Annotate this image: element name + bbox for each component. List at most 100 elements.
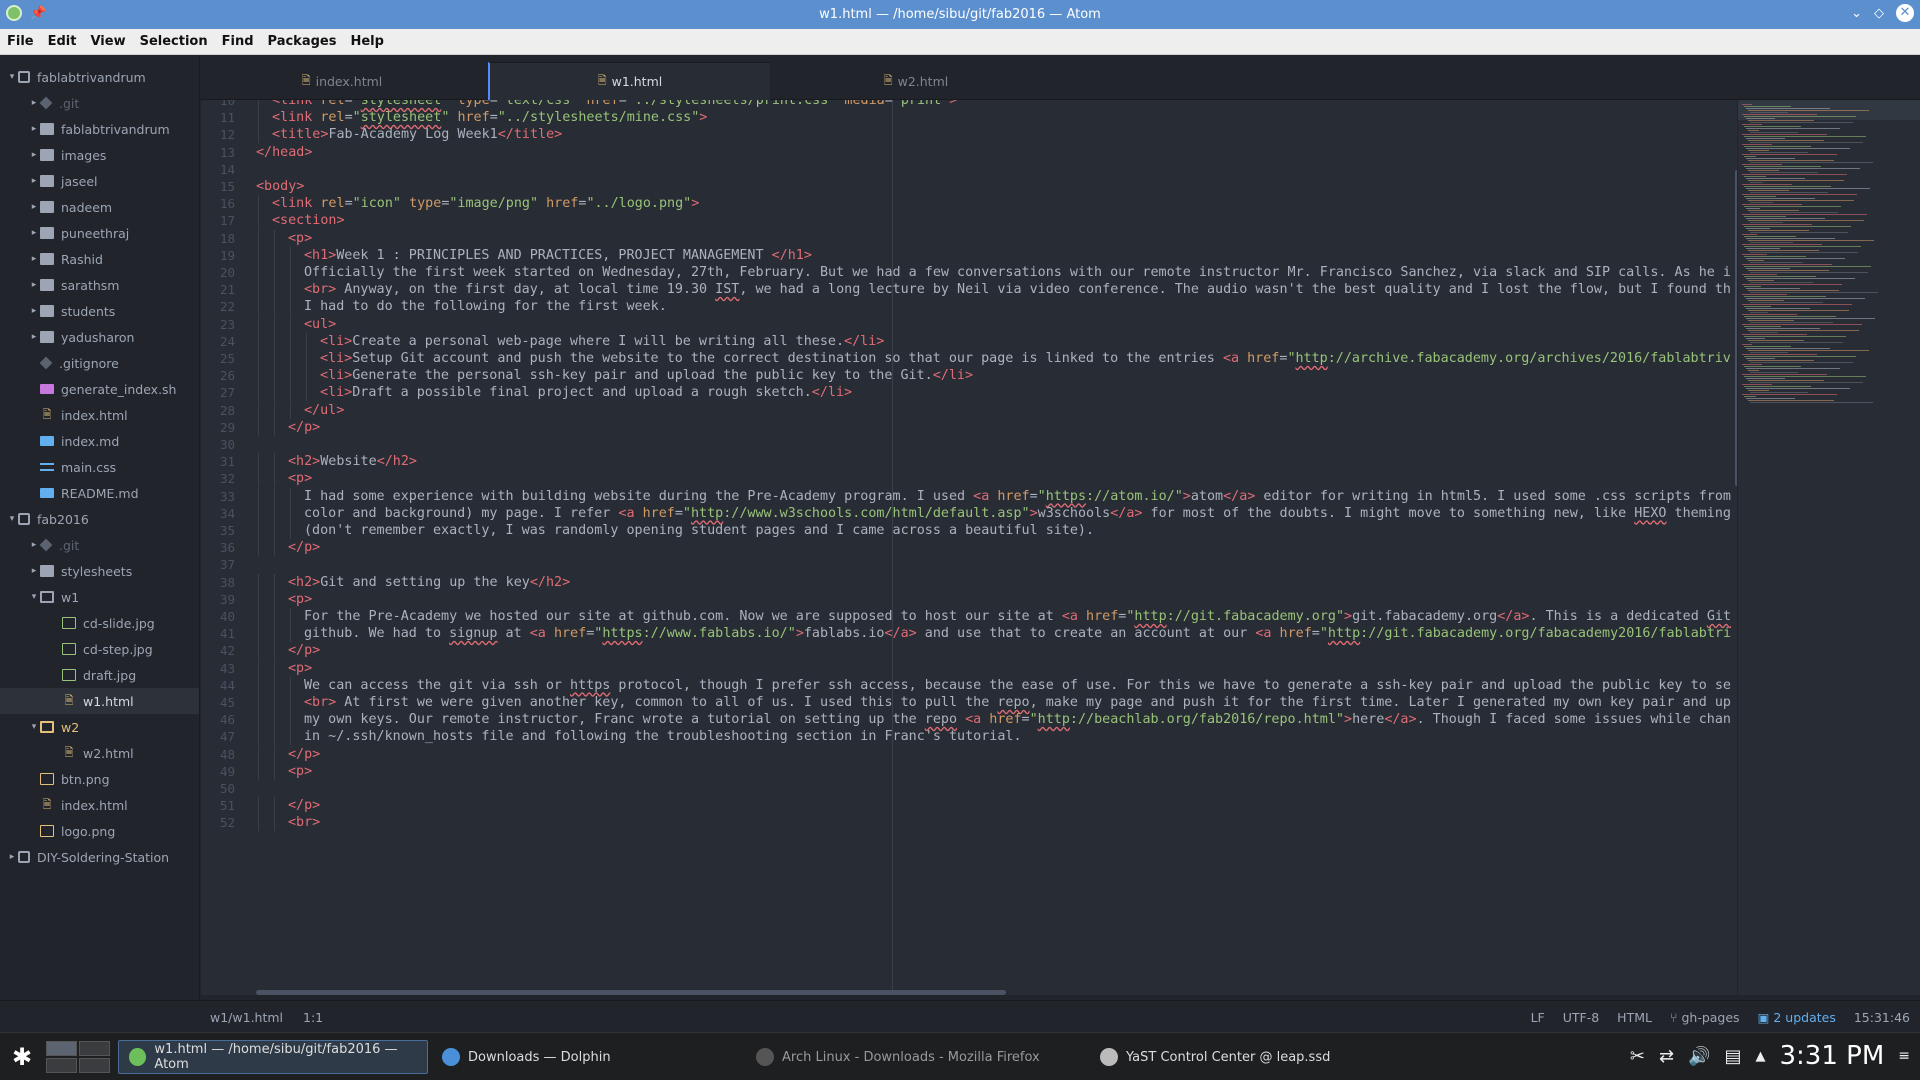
- menu-packages[interactable]: Packages: [261, 34, 344, 49]
- line-ending[interactable]: LF: [1531, 1010, 1545, 1025]
- code-lines[interactable]: <link rel="stylesheet" type="text/css" h…: [201, 100, 1737, 995]
- menu-selection[interactable]: Selection: [133, 34, 215, 49]
- taskbar-task[interactable]: Arch Linux - Downloads - Mozilla Firefox: [746, 1040, 1046, 1074]
- tree-item[interactable]: ▾ w2: [0, 714, 199, 740]
- scissors-icon[interactable]: ✂: [1630, 1046, 1645, 1067]
- minimap[interactable]: [1737, 100, 1920, 995]
- tree-item[interactable]: btn.png: [0, 766, 199, 792]
- chevron-right-icon[interactable]: ▸: [6, 852, 18, 862]
- tree-item[interactable]: .gitignore: [0, 350, 199, 376]
- tree-item[interactable]: ▸ fablabtrivandrum: [0, 116, 199, 142]
- package-updates[interactable]: ▣ 2 updates: [1758, 1010, 1836, 1025]
- desktop-4[interactable]: [79, 1058, 110, 1073]
- tab-w1-html[interactable]: 🗎 w1.html: [488, 62, 770, 100]
- tree-item[interactable]: ▾ fablabtrivandrum: [0, 64, 199, 90]
- tab-w2-html[interactable]: 🗎 w2.html: [775, 62, 1057, 100]
- chevron-right-icon[interactable]: ▸: [28, 280, 40, 290]
- desktop-2[interactable]: [79, 1041, 110, 1056]
- code-line[interactable]: github. We had to signup at <a href="htt…: [304, 623, 1731, 644]
- chevron-right-icon[interactable]: ▸: [28, 98, 40, 108]
- desktop-1[interactable]: [46, 1041, 77, 1056]
- tree-item[interactable]: ▸ Rashid: [0, 246, 199, 272]
- tree-item[interactable]: cd-step.jpg: [0, 636, 199, 662]
- tree-item[interactable]: ▸ .git: [0, 90, 199, 116]
- code-line[interactable]: </p>: [288, 417, 320, 438]
- volume-icon[interactable]: 🔊: [1688, 1046, 1710, 1067]
- code-line[interactable]: <h2>Git and setting up the key</h2>: [288, 572, 570, 593]
- tree-item[interactable]: ▸ stylesheets: [0, 558, 199, 584]
- tree-item[interactable]: logo.png: [0, 818, 199, 844]
- tree-item[interactable]: index.md: [0, 428, 199, 454]
- tree-item[interactable]: ▸ jaseel: [0, 168, 199, 194]
- git-branch[interactable]: ⑂ gh-pages: [1670, 1010, 1740, 1025]
- menu-find[interactable]: Find: [215, 34, 261, 49]
- code-line[interactable]: <br>: [288, 812, 320, 833]
- menu-help[interactable]: Help: [343, 34, 390, 49]
- minimize-icon[interactable]: ⌄: [1851, 6, 1862, 21]
- chevron-down-icon[interactable]: ▾: [6, 72, 18, 82]
- chevron-down-icon[interactable]: ▾: [28, 722, 40, 732]
- menu-edit[interactable]: Edit: [41, 34, 84, 49]
- code-line[interactable]: <title>Fab-Academy Log Week1</title>: [272, 124, 562, 145]
- chevron-right-icon[interactable]: ▸: [28, 540, 40, 550]
- tree-item[interactable]: 🗎 index.html: [0, 402, 199, 428]
- encoding[interactable]: UTF-8: [1563, 1010, 1599, 1025]
- tree-item[interactable]: ▸ DIY-Soldering-Station: [0, 844, 199, 870]
- chevron-down-icon[interactable]: ▾: [28, 592, 40, 602]
- clipboard-icon[interactable]: ▤: [1724, 1046, 1741, 1067]
- tree-item[interactable]: ▸ students: [0, 298, 199, 324]
- desktop-pager[interactable]: [46, 1041, 110, 1073]
- code-line[interactable]: <li>Draft a possible final project and u…: [320, 382, 852, 403]
- chevron-right-icon[interactable]: ▸: [28, 124, 40, 134]
- panel-menu-icon[interactable]: ≡: [1898, 1048, 1910, 1064]
- chevron-right-icon[interactable]: ▸: [28, 202, 40, 212]
- tree-item[interactable]: ▾ fab2016: [0, 506, 199, 532]
- tree-item[interactable]: ▸ yadusharon: [0, 324, 199, 350]
- cursor-position[interactable]: 1:1: [303, 1010, 323, 1025]
- code-line[interactable]: </head>: [256, 142, 312, 163]
- menu-file[interactable]: File: [0, 34, 41, 49]
- tree-item[interactable]: cd-slide.jpg: [0, 610, 199, 636]
- tree-item[interactable]: 🗎 w1.html: [0, 688, 199, 714]
- tab-index-html[interactable]: 🗎 index.html: [201, 62, 483, 100]
- tree-item[interactable]: ▸ puneethraj: [0, 220, 199, 246]
- code-line[interactable]: </p>: [288, 537, 320, 558]
- chevron-right-icon[interactable]: ▸: [28, 150, 40, 160]
- code-line[interactable]: (don't remember exactly, I was randomly …: [304, 520, 1094, 541]
- horizontal-scrollbar[interactable]: [256, 990, 1006, 995]
- code-line[interactable]: <p>: [288, 761, 312, 782]
- chevron-right-icon[interactable]: ▸: [28, 254, 40, 264]
- file-path[interactable]: w1/w1.html: [210, 1010, 283, 1025]
- code-line[interactable]: I had to do the following for the first …: [304, 296, 667, 317]
- tray-expand-icon[interactable]: ▲: [1756, 1049, 1766, 1064]
- tree-item[interactable]: 🗎 w2.html: [0, 740, 199, 766]
- tree-item[interactable]: ▸ .git: [0, 532, 199, 558]
- pin-icon[interactable]: 📌: [30, 6, 46, 21]
- code-editor[interactable]: 10 11 12 13 14 15 16 17 18 19 20 21 22 23 24 25 26 27 28 29…: [201, 100, 1737, 995]
- chevron-down-icon[interactable]: ▾: [6, 514, 18, 524]
- tree-item[interactable]: generate_index.sh: [0, 376, 199, 402]
- tree-item[interactable]: 🗎 index.html: [0, 792, 199, 818]
- kde-launcher-icon[interactable]: ✱: [8, 1043, 36, 1071]
- taskbar-task[interactable]: Downloads — Dolphin: [432, 1040, 732, 1074]
- menu-view[interactable]: View: [83, 34, 132, 49]
- close-icon[interactable]: ✕: [1896, 4, 1914, 22]
- maximize-icon[interactable]: ◇: [1874, 6, 1884, 21]
- taskbar-clock[interactable]: 3:31 PM: [1780, 1041, 1885, 1071]
- code-line[interactable]: in ~/.ssh/known_hosts file and following…: [304, 726, 1022, 747]
- taskbar-task[interactable]: w1.html — /home/sibu/git/fab2016 — Atom: [118, 1040, 428, 1074]
- chevron-right-icon[interactable]: ▸: [28, 306, 40, 316]
- tree-item[interactable]: draft.jpg: [0, 662, 199, 688]
- atom-app-icon[interactable]: [6, 5, 22, 21]
- desktop-3[interactable]: [46, 1058, 77, 1073]
- taskbar-task[interactable]: YaST Control Center @ leap.ssd: [1090, 1040, 1390, 1074]
- tree-item[interactable]: ▸ sarathsm: [0, 272, 199, 298]
- chevron-right-icon[interactable]: ▸: [28, 566, 40, 576]
- tree-item[interactable]: ▸ images: [0, 142, 199, 168]
- grammar[interactable]: HTML: [1617, 1010, 1652, 1025]
- chevron-right-icon[interactable]: ▸: [28, 332, 40, 342]
- network-icon[interactable]: ⇄: [1659, 1046, 1674, 1067]
- tree-item[interactable]: ▸ nadeem: [0, 194, 199, 220]
- chevron-right-icon[interactable]: ▸: [28, 176, 40, 186]
- tree-item[interactable]: ▾ w1: [0, 584, 199, 610]
